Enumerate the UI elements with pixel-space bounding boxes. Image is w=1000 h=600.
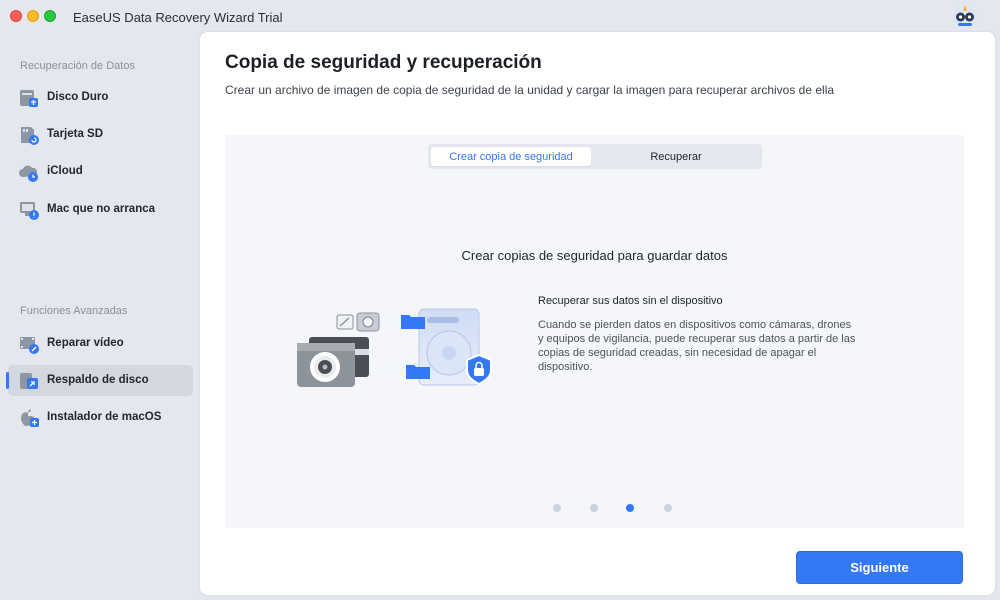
sidebar-section-advanced: Funciones Avanzadas	[20, 305, 128, 317]
page-title: Copia de seguridad y recuperación	[225, 52, 542, 73]
tab-recover[interactable]: Recuperar	[593, 147, 759, 166]
carousel-dot-4[interactable]	[664, 504, 672, 512]
page-subtitle: Crear un archivo de imagen de copia de s…	[225, 83, 835, 97]
sidebar-item-label: Instalador de macOS	[47, 411, 162, 423]
icloud-icon	[18, 161, 40, 183]
hard-drive-icon	[18, 87, 40, 109]
sidebar-item-label: iCloud	[47, 165, 83, 177]
carousel-dot-2[interactable]	[590, 504, 598, 512]
video-repair-icon	[18, 333, 40, 355]
macos-installer-icon	[18, 407, 40, 429]
sidebar-item-disk-backup[interactable]: Respaldo de disco	[6, 365, 193, 396]
sidebar: Recuperación de Datos Disco Duro Tarjeta…	[0, 32, 200, 600]
main-panel: Copia de seguridad y recuperación Crear …	[200, 32, 995, 595]
sidebar-item-label: Mac que no arranca	[47, 203, 156, 215]
carousel-dot-3[interactable]	[626, 504, 634, 512]
mac-not-boot-icon	[18, 199, 40, 221]
sidebar-item-mac-not-boot[interactable]: Mac que no arranca	[8, 194, 193, 225]
sidebar-item-icloud[interactable]: iCloud	[8, 156, 193, 187]
backup-illustration	[269, 305, 499, 395]
feature-description: Cuando se pierden datos en dispositivos …	[538, 319, 856, 373]
window-close-button[interactable]	[10, 10, 22, 22]
sidebar-item-label: Disco Duro	[47, 91, 109, 103]
active-indicator	[6, 372, 9, 389]
tab-create-backup[interactable]: Crear copia de seguridad	[431, 147, 591, 166]
window-maximize-button[interactable]	[44, 10, 56, 22]
sidebar-section-data-recovery: Recuperación de Datos	[20, 60, 135, 72]
sidebar-item-sd-card[interactable]: Tarjeta SD	[8, 119, 193, 150]
disk-backup-icon	[18, 370, 40, 392]
sidebar-item-macos-installer[interactable]: Instalador de macOS	[8, 402, 193, 433]
segmented-control: Crear copia de seguridad Recuperar	[428, 144, 762, 169]
account-avatar-icon[interactable]	[950, 2, 980, 30]
sidebar-item-label: Tarjeta SD	[47, 128, 104, 140]
sd-card-icon	[18, 124, 40, 146]
feature-card: Crear copia de seguridad Recuperar Crear…	[225, 135, 964, 528]
sidebar-item-hard-drive[interactable]: Disco Duro	[8, 82, 193, 113]
feature-title: Recuperar sus datos sin el dispositivo	[538, 295, 723, 307]
sidebar-item-label: Respaldo de disco	[47, 374, 149, 386]
next-button[interactable]: Siguiente	[796, 551, 963, 584]
title-bar: EaseUS Data Recovery Wizard Trial	[0, 0, 1000, 32]
carousel-dot-1[interactable]	[553, 504, 561, 512]
app-title: EaseUS Data Recovery Wizard Trial	[73, 10, 283, 25]
slide-title: Crear copias de seguridad para guardar d…	[461, 248, 728, 263]
window-minimize-button[interactable]	[27, 10, 39, 22]
sidebar-item-video-repair[interactable]: Reparar vídeo	[8, 328, 193, 359]
sidebar-item-label: Reparar vídeo	[47, 337, 124, 349]
